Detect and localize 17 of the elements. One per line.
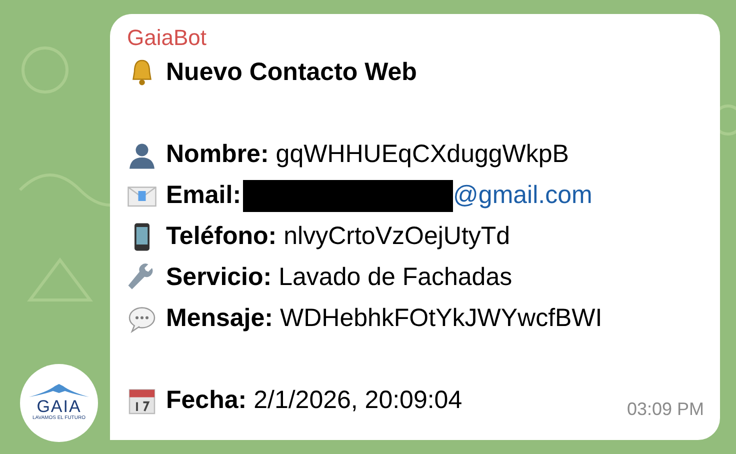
field-label: Servicio: bbox=[166, 262, 272, 293]
field-value: Lavado de Fachadas bbox=[278, 262, 512, 293]
mountain-icon bbox=[29, 384, 89, 398]
field-value: WDHebhkFOtYkJWYwcfBWI bbox=[280, 303, 602, 334]
field-label: Nombre: bbox=[166, 139, 269, 170]
logo-name: GAIA bbox=[36, 398, 82, 415]
field-label: Fecha: bbox=[166, 385, 247, 416]
field-value: gqWHHUEqCXduggWkpB bbox=[276, 139, 569, 170]
sender-name[interactable]: GaiaBot bbox=[127, 24, 206, 52]
field-label: Teléfono: bbox=[166, 221, 277, 252]
field-label: Email: bbox=[166, 180, 242, 211]
field-value: nlvyCrtoVzOejUtyTd bbox=[284, 221, 510, 252]
field-label: Mensaje: bbox=[166, 303, 273, 334]
message-time: 03:09 PM bbox=[626, 398, 704, 421]
field-value: 2/1/2026, 20:09:04 bbox=[254, 385, 462, 416]
message-title: Nuevo Contacto Web bbox=[166, 57, 417, 88]
email-link[interactable]: @gmail.com bbox=[453, 175, 592, 216]
